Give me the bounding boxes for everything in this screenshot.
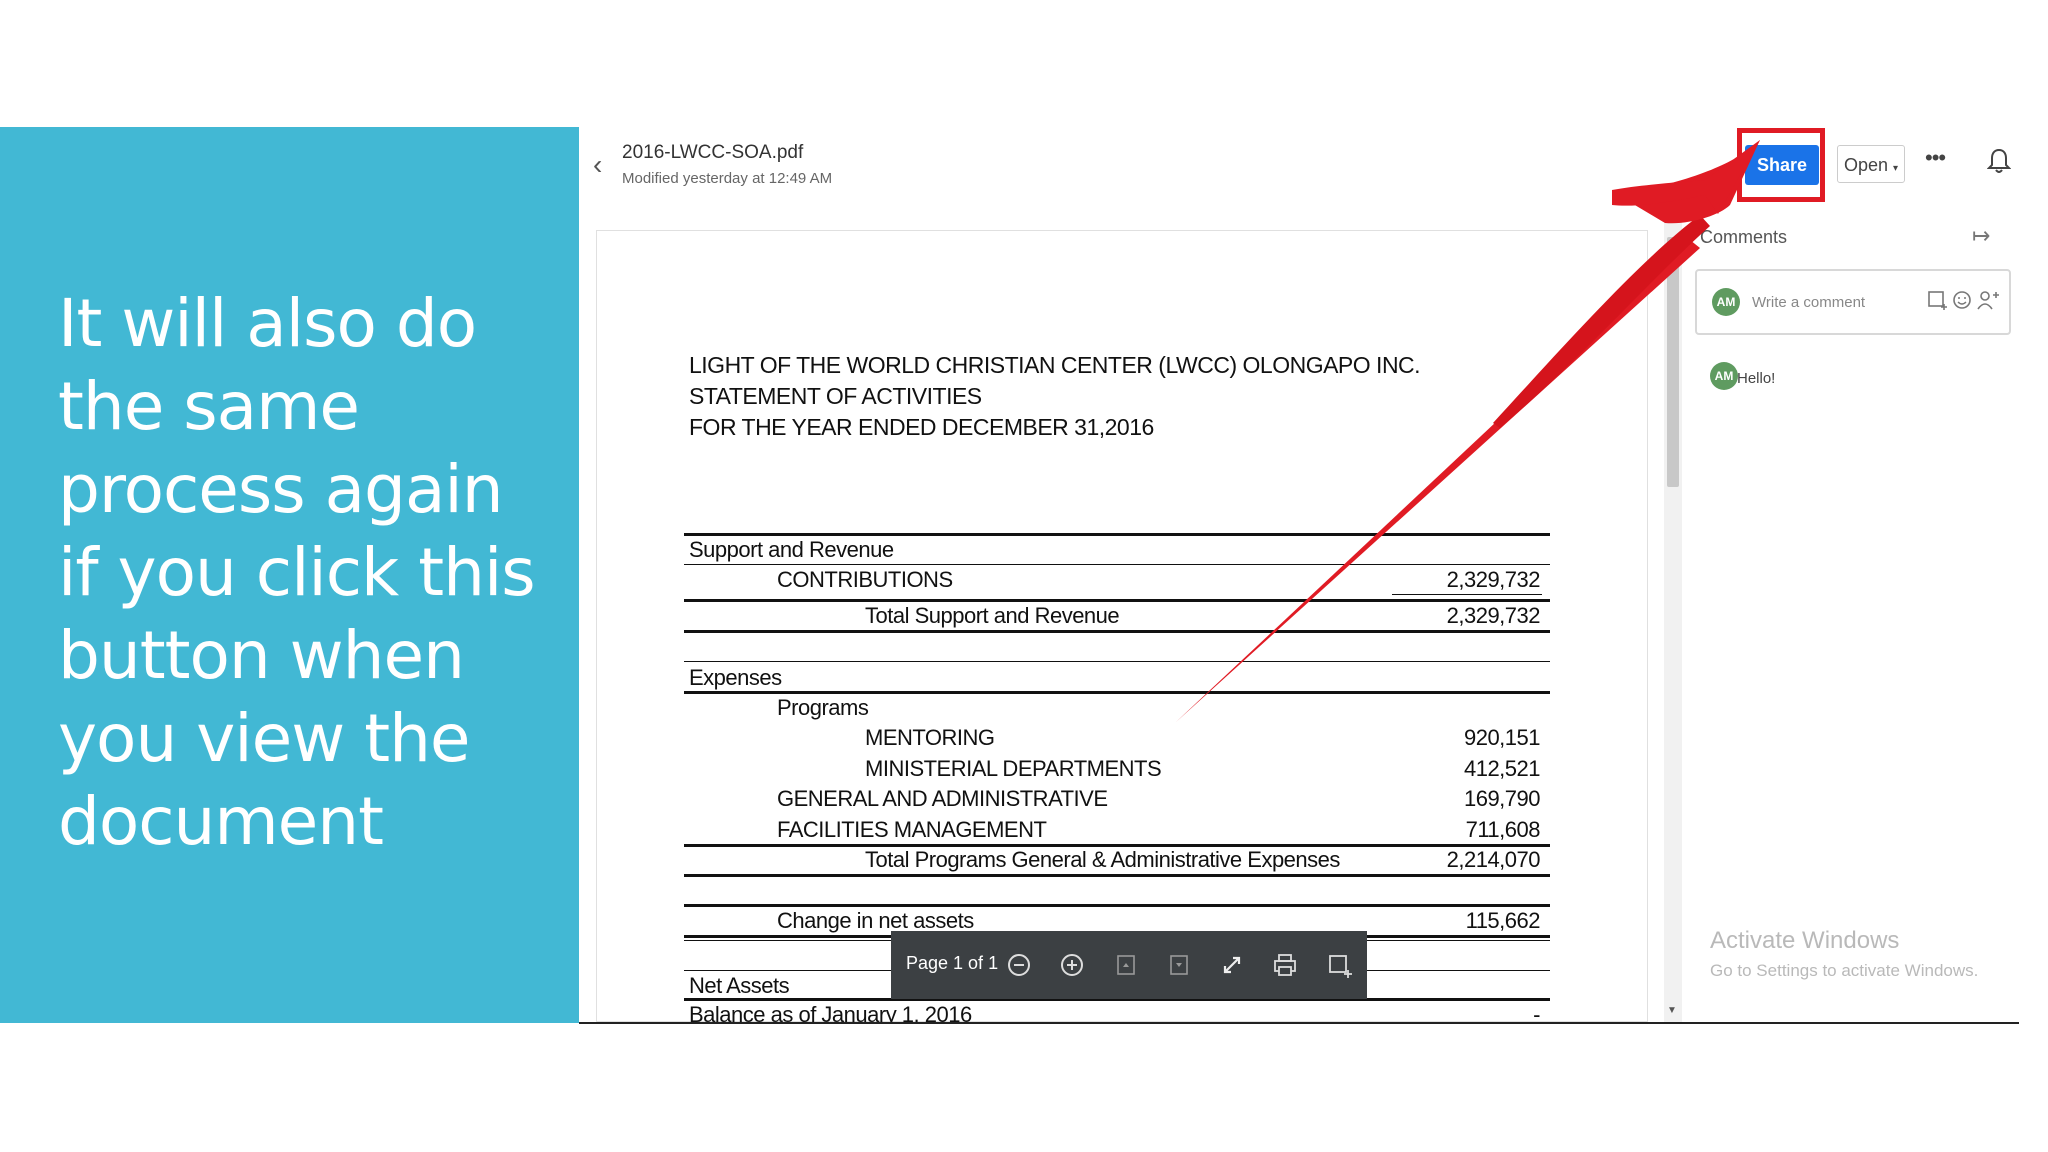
print-icon[interactable]: [1269, 949, 1301, 981]
comment-text: Hello!: [1737, 370, 1776, 387]
share-highlight-box: [1737, 128, 1825, 202]
add-comment-icon: [1928, 291, 1947, 310]
contributions-label: CONTRIBUTIONS: [777, 567, 953, 592]
slide-line: process again: [58, 451, 504, 528]
add-person-icon: [1977, 291, 1999, 310]
change-value: 115,662: [1465, 908, 1541, 933]
doc-title-line: LIGHT OF THE WORLD CHRISTIAN CENTER (LWC…: [689, 352, 1421, 378]
programs-label: Programs: [777, 695, 869, 720]
doc-title-line: STATEMENT OF ACTIVITIES: [689, 383, 982, 409]
open-label: Open: [1843, 155, 1888, 175]
slide-line: It will also do: [58, 285, 477, 362]
mentoring-value: 920,151: [1463, 725, 1541, 750]
table-rule: [684, 533, 1550, 536]
general-value: 169,790: [1463, 786, 1541, 811]
viewer-header: ‹ 2016-LWCC-SOA.pdf Modified yesterday a…: [579, 127, 2019, 208]
scroll-down-icon[interactable]: ▼: [1667, 1005, 1677, 1016]
mentoring-label: MENTORING: [865, 725, 995, 750]
file-name: 2016-LWCC-SOA.pdf: [622, 142, 804, 163]
doc-title-line: FOR THE YEAR ENDED DECEMBER 31,2016: [689, 414, 1154, 440]
back-chevron-icon[interactable]: ‹: [593, 149, 602, 181]
table-rule: [684, 661, 1550, 662]
comments-sidebar: Comments ↦ AM Write a comment AM Hello! …: [1682, 207, 2019, 1023]
scrollbar[interactable]: ▼: [1664, 207, 1682, 1023]
emoji-icon: [1953, 291, 1971, 309]
table-rule: [684, 564, 1550, 565]
more-options-button[interactable]: •••: [1925, 145, 1946, 171]
comment-placeholder: Write a comment: [1752, 294, 1866, 311]
table-rule: [684, 904, 1550, 907]
avatar: AM: [1712, 288, 1740, 316]
total-support-label: Total Support and Revenue: [865, 603, 1120, 628]
slide-line: button when: [58, 617, 465, 694]
support-header: Support and Revenue: [689, 537, 894, 562]
table-rule: [684, 599, 1550, 602]
next-page-icon[interactable]: [1163, 949, 1195, 981]
net-assets-header: Net Assets: [689, 973, 790, 998]
page-indicator: Page 1 of 1: [906, 953, 999, 973]
modified-time: Modified yesterday at 12:49 AM: [622, 170, 833, 187]
comment-avatar: AM: [1710, 362, 1738, 390]
slide-line: if you click this: [58, 534, 536, 611]
activate-windows-title: Activate Windows: [1710, 927, 1900, 954]
ministerial-label: MINISTERIAL DEPARTMENTS: [865, 756, 1162, 781]
table-rule: [684, 874, 1550, 877]
screenshot-bottom-border: [579, 1022, 2019, 1024]
zoom-out-icon[interactable]: [1003, 949, 1035, 981]
ministerial-value: 412,521: [1463, 756, 1541, 781]
notification-bell-icon[interactable]: [1986, 147, 2012, 180]
total-support-value: 2,329,732: [1446, 603, 1541, 628]
pdf-toolbar: Page 1 of 1: [891, 931, 1367, 999]
open-button[interactable]: Open ▾: [1837, 145, 1905, 183]
previous-page-icon[interactable]: [1110, 949, 1142, 981]
balance-label: Balance as of January 1, 2016: [689, 1002, 972, 1022]
slide-caption: It will also do the same process again i…: [58, 282, 558, 863]
general-label: GENERAL AND ADMINISTRATIVE: [777, 786, 1108, 811]
slide-line: you view the: [58, 700, 471, 777]
caret-down-icon: ▾: [1893, 163, 1899, 174]
activate-windows-subtitle: Go to Settings to activate Windows.: [1710, 961, 1979, 980]
balance-value: -: [1533, 1002, 1540, 1022]
collapse-panel-icon[interactable]: ↦: [1972, 223, 1990, 249]
add-comment-icon[interactable]: [1323, 949, 1355, 981]
total-expenses-value: 2,214,070: [1446, 847, 1541, 872]
contributions-value: 2,329,732: [1446, 567, 1541, 592]
comments-title: Comments: [1700, 227, 1788, 247]
table-rule: [684, 691, 1550, 694]
zoom-in-icon[interactable]: [1056, 949, 1088, 981]
fullscreen-icon[interactable]: [1216, 949, 1248, 981]
total-expenses-label: Total Programs General & Administrative …: [865, 847, 1340, 872]
comment-input[interactable]: AM Write a comment: [1695, 269, 2011, 335]
slide-line: the same: [58, 368, 360, 445]
scrollbar-thumb[interactable]: [1667, 237, 1679, 487]
table-rule: [684, 630, 1550, 633]
table-rule: [1392, 594, 1542, 595]
facilities-value: 711,608: [1465, 817, 1541, 842]
expenses-header: Expenses: [689, 665, 782, 690]
slide-line: document: [58, 783, 384, 860]
comment-tools: [1927, 289, 2007, 320]
facilities-label: FACILITIES MANAGEMENT: [777, 817, 1047, 842]
